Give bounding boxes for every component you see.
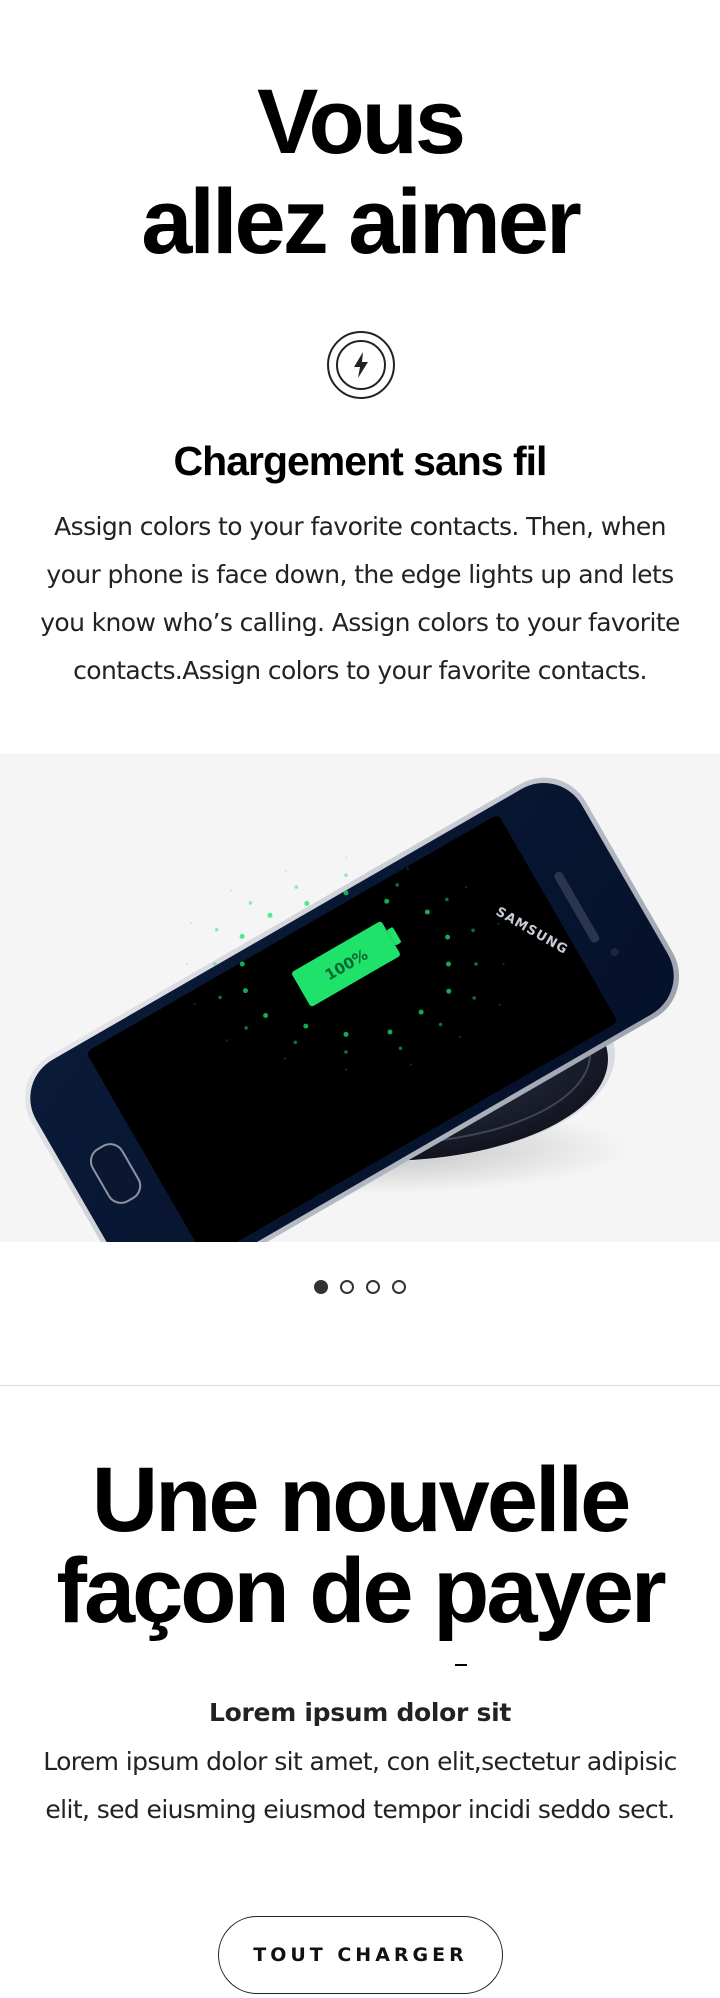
charge-glow-dot — [472, 996, 477, 1000]
charge-glow-dot — [283, 1057, 286, 1060]
charge-glow-dot — [239, 961, 245, 967]
charge-glow-dot — [424, 909, 430, 915]
charge-glow-dot — [344, 856, 348, 859]
charge-glow-dot — [193, 1003, 196, 1006]
hero-title-line1: Vous — [256, 71, 466, 173]
charge-glow-dot — [465, 886, 468, 889]
lightning-charge-icon — [327, 331, 395, 399]
charge-glow-dot — [446, 988, 452, 994]
feature-title: Chargement sans fil — [173, 438, 548, 484]
section-divider — [0, 1385, 720, 1386]
charge-glow-dot — [243, 988, 248, 994]
charge-glow-dot — [214, 927, 219, 932]
charge-glow-dot — [304, 900, 310, 906]
charge-glow-dot — [218, 995, 222, 1000]
charge-glow-dot — [471, 928, 475, 933]
charge-glow-dot — [406, 867, 409, 870]
wireless-charger-phone-image: SAMSUNG 100% — [24, 777, 680, 1242]
charge-glow-dot — [293, 1040, 298, 1045]
charge-glow-dot — [445, 934, 451, 940]
charge-glow-dot — [458, 1035, 462, 1039]
payment-subtitle: Lorem ipsum dolor sit — [209, 1698, 511, 1727]
charge-glow-dot — [418, 1009, 424, 1015]
charge-glow-dot — [284, 869, 287, 872]
charge-glow-dot — [213, 962, 217, 966]
charge-glow-dot — [267, 912, 273, 918]
charge-glow-dot — [344, 873, 348, 877]
charge-glow-dot — [445, 897, 449, 902]
charge-glow-dot — [248, 901, 253, 905]
charge-glow-dot — [230, 889, 233, 892]
charge-glow-dot — [303, 1023, 309, 1029]
charge-glow-dot — [190, 921, 193, 925]
carousel-dot-3[interactable] — [366, 1280, 380, 1294]
charge-glow-dot — [398, 1046, 403, 1051]
decorative-dash — [455, 1664, 467, 1666]
charge-glow-dot — [395, 883, 400, 887]
charge-glow-dot — [344, 1050, 348, 1054]
payment-title: Une nouvelle façon de payer — [0, 1454, 720, 1637]
charge-glow-dot — [294, 885, 299, 889]
charge-glow-dot — [225, 1039, 228, 1042]
carousel-pagination — [0, 1280, 720, 1298]
carousel-dot-1[interactable] — [314, 1280, 328, 1294]
load-all-button[interactable]: TOUT CHARGER — [218, 1916, 503, 1994]
payment-title-line1: Une nouvelle — [91, 1449, 632, 1551]
charge-glow-dot — [384, 898, 390, 904]
payment-description: Lorem ipsum dolor sit amet, con elit,sec… — [43, 1747, 677, 1824]
charge-glow-dot — [186, 962, 189, 966]
charge-glow-dot — [498, 1003, 501, 1006]
charge-glow-dot — [344, 1068, 348, 1071]
feature-description: Assign colors to your favorite contacts.… — [40, 512, 680, 685]
charge-glow-dot — [244, 1026, 248, 1030]
payment-title-line2: façon de payer — [56, 1540, 666, 1642]
charge-glow-dot — [438, 1022, 443, 1027]
charge-glow-dot — [263, 1013, 269, 1018]
charge-glow-dot — [497, 922, 500, 925]
product-carousel[interactable]: SAMSUNG 100% — [0, 754, 720, 1242]
hero-title-line2: allez aimer — [141, 171, 582, 273]
charge-glow-dot — [502, 962, 505, 966]
charge-glow-dot — [343, 1031, 349, 1037]
charge-glow-dot — [387, 1029, 393, 1035]
charge-glow-dot — [239, 933, 245, 939]
carousel-dot-2[interactable] — [340, 1280, 354, 1294]
hero-title: Vous allez aimer — [0, 72, 720, 272]
charge-glow-dot — [446, 961, 451, 967]
charge-glow-dot — [343, 890, 349, 896]
charge-glow-dot — [474, 962, 478, 966]
carousel-dot-4[interactable] — [392, 1280, 406, 1294]
charge-glow-dot — [410, 1063, 413, 1066]
